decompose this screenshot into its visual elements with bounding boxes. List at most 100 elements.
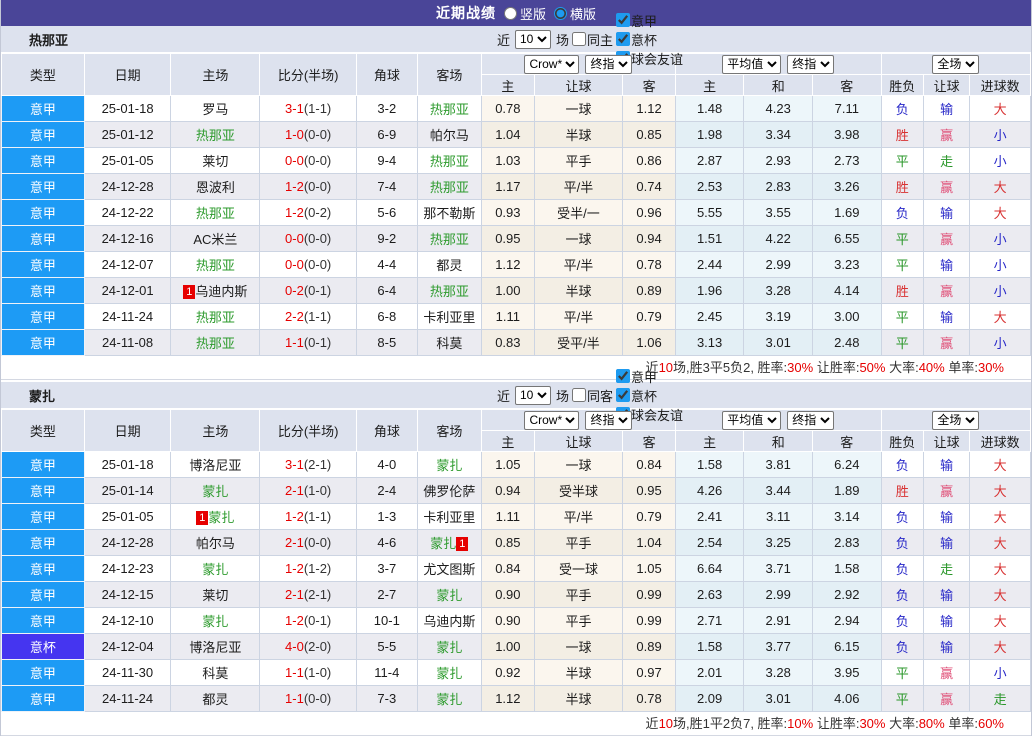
cell-avg-home: 2.71 [674,607,745,634]
cell-result-wdl: 负 [880,581,924,608]
cell-result-handicap: 赢 [922,173,971,200]
cell-away-team: 卡利亚里 [416,503,483,530]
cell-away-team: 乌迪内斯 [416,607,483,634]
same-venue-checkbox[interactable]: 同客 [571,386,613,405]
league-checkbox-label: 球会友谊 [630,407,683,423]
league-checkbox-意杯[interactable]: 意杯 [615,30,683,49]
cell-away-team: 蒙扎 1 [416,529,483,556]
team-label: 帕尔马 [429,128,469,143]
cell-date: 25-01-18 [83,451,172,478]
league-checkbox-input[interactable] [615,388,630,402]
subheader-客: 客 [622,430,676,452]
cell-odds-home: 0.85 [481,529,535,556]
league-checkbox-意甲[interactable]: 意甲 [615,367,683,386]
cell-result-wdl: 平 [880,329,924,356]
league-checkbox-input[interactable] [615,32,630,46]
cell-home-team: 蒙扎 [170,477,261,504]
cell-odds-home: 1.17 [481,173,535,200]
cell-result-goals: 大 [969,529,1031,556]
cell-odds-home: 0.93 [481,199,535,226]
same-venue-checkbox[interactable]: 同主 [571,30,613,49]
league-checkbox-意甲[interactable]: 意甲 [615,11,683,30]
fulltime-score: 4-0 [285,639,304,654]
team-label: 科莫 [436,336,463,351]
team-label: 热那亚 [195,336,235,351]
cell-odds-handicap: 受半球 [533,477,624,504]
final-index-select[interactable]: 终指 [585,54,633,74]
league-checkbox-input[interactable] [615,13,630,27]
recent-count-select[interactable]: 10 [514,385,551,405]
cell-avg-away: 2.48 [812,329,882,356]
header-类型: 类型 [1,53,85,96]
cell-result-wdl: 平 [880,225,924,252]
cell-odds-handicap: 平手 [533,607,624,634]
final-index-select-2[interactable]: 终指 [787,410,835,430]
games-label: 场 [555,388,569,404]
header-角球: 角球 [356,409,418,452]
fulltime-select[interactable]: 全场 [932,410,980,430]
bookmaker-select[interactable]: Crow* [524,410,580,430]
cell-odds-home: 0.95 [481,225,535,252]
fulltime-score: 0-0 [285,257,304,272]
cell-avg-away: 4.14 [812,277,882,304]
subheader-客: 客 [622,74,676,96]
team-name: 蒙扎 [29,388,56,404]
cell-odds-home: 1.04 [481,121,535,148]
page-title: 近期战绩 [435,5,496,21]
team-label: 蒙扎 [436,666,463,681]
final-index-select-2[interactable]: 终指 [787,54,835,74]
halftime-score: (2-1) [303,587,332,602]
bookmaker-select[interactable]: Crow* [524,54,580,74]
cell-result-wdl: 负 [880,555,924,582]
average-select[interactable]: 平均值 [722,54,782,74]
summary-part: 近 [645,716,659,731]
cell-result-wdl: 负 [880,95,924,122]
subheader-进球数: 进球数 [969,430,1031,452]
cell-odds-handicap: 受平/半 [533,329,624,356]
table-row: 意甲 24-12-15 莱切 2-1(2-1) 2-7 蒙扎 0.90 平手 0.99 2.63 2… [1,581,1031,608]
team-label: 乌迪内斯 [195,284,248,299]
league-checkbox-input[interactable] [615,369,630,383]
cell-home-team: 热那亚 [170,199,261,226]
cell-odds-handicap: 受半/一 [533,199,624,226]
fulltime-select[interactable]: 全场 [932,54,980,74]
average-select[interactable]: 平均值 [722,410,782,430]
cell-corners: 1-3 [356,503,418,530]
cell-corners: 5-5 [356,633,418,660]
cell-result-goals: 小 [969,277,1031,304]
cell-avg-draw: 3.19 [743,303,813,330]
cell-odds-away: 0.79 [622,303,676,330]
cell-odds-home: 1.00 [481,277,535,304]
cell-odds-away: 0.94 [622,225,676,252]
subheader-胜负: 胜负 [880,74,924,96]
cell-avg-away: 1.69 [812,199,882,226]
same-venue-input[interactable] [571,388,586,402]
team-label: 佛罗伦萨 [423,484,476,499]
cell-home-team: 恩波利 [170,173,261,200]
subheader-让球: 让球 [922,430,971,452]
average-group-header: 平均值 终指 [674,409,882,431]
cell-score: 2-2(1-1) [259,303,358,330]
league-checkbox-意杯[interactable]: 意杯 [615,386,683,405]
same-venue-input[interactable] [571,32,586,46]
recent-count-select[interactable]: 10 [514,29,551,49]
team-label: 卡利亚里 [423,310,476,325]
subheader-进球数: 进球数 [969,74,1031,96]
fulltime-score: 2-1 [285,535,304,550]
summary-part: 30% [977,360,1004,375]
summary-part: 30% [859,716,886,731]
cell-corners: 3-7 [356,555,418,582]
halftime-score: (1-0) [303,665,332,680]
cell-result-goals: 大 [969,95,1031,122]
cell-result-wdl: 负 [880,451,924,478]
subheader-主: 主 [481,430,535,452]
header-主场: 主场 [170,409,261,452]
cell-odds-away: 0.79 [622,503,676,530]
fulltime-score: 2-1 [285,483,304,498]
cell-result-goals: 大 [969,451,1031,478]
cell-away-team: 蒙扎 [416,581,483,608]
cell-result-wdl: 平 [880,303,924,330]
final-index-select[interactable]: 终指 [585,410,633,430]
cell-avg-draw: 2.99 [743,581,813,608]
cell-avg-draw: 3.71 [743,555,813,582]
